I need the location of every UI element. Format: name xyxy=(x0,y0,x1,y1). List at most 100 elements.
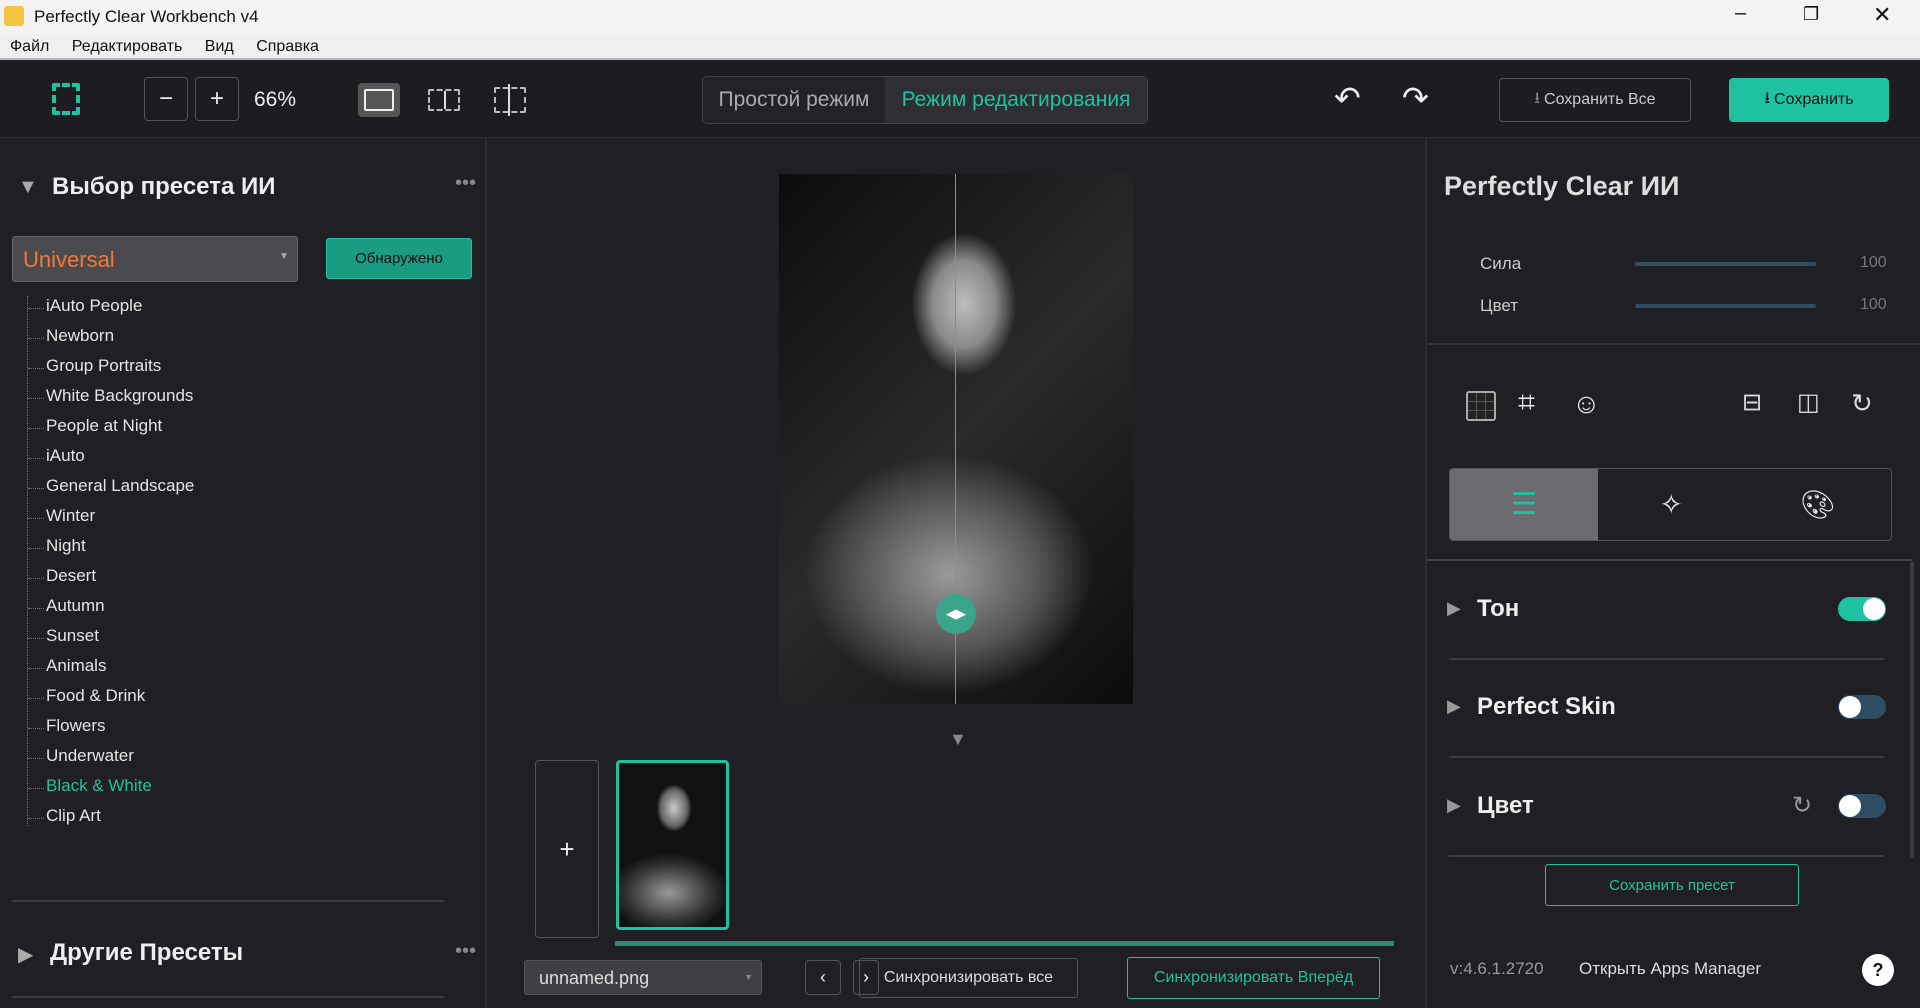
flip-horizontal-icon[interactable]: ◫ xyxy=(1797,388,1820,417)
expand-triangle-icon[interactable]: ▶ xyxy=(1447,696,1461,717)
section-toggle[interactable] xyxy=(1838,597,1886,621)
add-image-button[interactable]: + xyxy=(535,760,599,938)
split-handle[interactable]: ◀▶ xyxy=(936,594,976,634)
split-view-icon[interactable] xyxy=(428,89,460,111)
download-icon: ⭳ xyxy=(1764,89,1771,107)
face-icon[interactable]: ☺ xyxy=(1572,388,1601,420)
save-all-button[interactable]: ⭳ Сохранить Все xyxy=(1499,78,1691,122)
tree-connector xyxy=(28,488,44,489)
scrollbar[interactable] xyxy=(1910,562,1914,858)
color-slider[interactable] xyxy=(1635,304,1816,308)
curves-icon[interactable] xyxy=(1466,391,1496,421)
single-view-button[interactable] xyxy=(358,83,400,117)
collapse-triangle-icon[interactable]: ▼ xyxy=(18,176,38,199)
save-preset-button[interactable]: Сохранить пресет xyxy=(1545,864,1799,906)
palette-icon: 🎨︎ xyxy=(1799,489,1836,520)
preset-dropdown[interactable]: Universal ▼ xyxy=(12,236,298,282)
ai-effects-tab[interactable]: ✧ xyxy=(1598,469,1745,540)
preset-item[interactable]: Animals xyxy=(46,656,106,676)
progress-bar xyxy=(615,941,1394,946)
color-label: Цвет xyxy=(1480,296,1519,315)
ai-preset-title: Выбор пресета ИИ xyxy=(52,173,276,200)
image-thumbnail[interactable] xyxy=(616,760,729,930)
preset-item[interactable]: Underwater xyxy=(46,746,134,766)
expand-triangle-icon[interactable]: ▶ xyxy=(1447,598,1461,619)
strength-slider[interactable] xyxy=(1635,262,1816,266)
color-value: 100 xyxy=(1860,296,1887,313)
preset-item[interactable]: Night xyxy=(46,536,86,556)
app-logo-icon xyxy=(4,6,24,26)
expand-triangle-icon[interactable]: ▶ xyxy=(18,942,33,967)
palette-tab[interactable]: 🎨︎ xyxy=(1745,469,1892,540)
preset-item[interactable]: Desert xyxy=(46,566,96,586)
minimize-button[interactable]: – xyxy=(1735,2,1746,25)
preset-item[interactable]: Clip Art xyxy=(46,806,101,826)
close-button[interactable]: ✕ xyxy=(1873,2,1891,28)
collapse-filmstrip-icon[interactable]: ▼ xyxy=(949,729,967,750)
other-presets-title[interactable]: Другие Пресеты xyxy=(50,939,243,967)
apps-manager-link[interactable]: Открыть Apps Manager xyxy=(1579,959,1761,979)
menu-edit[interactable]: Редактировать xyxy=(72,38,183,55)
previous-image-button[interactable]: ‹ xyxy=(805,960,841,995)
sliders-icon: ☰ xyxy=(1510,488,1538,521)
filename-dropdown[interactable]: unnamed.png ▼ xyxy=(524,960,762,995)
detected-button[interactable]: Обнаружено xyxy=(326,238,472,279)
more-options-icon[interactable]: ••• xyxy=(455,940,476,963)
save-all-label: Сохранить Все xyxy=(1544,91,1656,108)
preset-item[interactable]: Black & White xyxy=(46,776,152,796)
crop-icon[interactable]: ⌗ xyxy=(1518,386,1535,420)
chevron-down-icon: ▼ xyxy=(279,251,289,262)
divider xyxy=(1449,658,1884,660)
save-button[interactable]: ⭳ Сохранить xyxy=(1729,78,1889,122)
tree-connector xyxy=(28,428,44,429)
preset-item[interactable]: Autumn xyxy=(46,596,105,616)
section-toggle[interactable] xyxy=(1838,794,1886,818)
flip-vertical-icon[interactable]: ⊟ xyxy=(1742,388,1762,417)
tree-connector xyxy=(28,728,44,729)
sync-all-button[interactable]: Синхронизировать все xyxy=(859,958,1078,998)
menu-help[interactable]: Справка xyxy=(256,38,319,55)
expand-triangle-icon[interactable]: ▶ xyxy=(1447,795,1461,816)
sync-forward-button[interactable]: Синхронизировать Вперёд xyxy=(1127,957,1380,999)
more-options-icon[interactable]: ••• xyxy=(455,172,476,195)
menu-view[interactable]: Вид xyxy=(205,38,234,55)
restore-button[interactable]: ❐ xyxy=(1803,4,1819,25)
preset-item[interactable]: General Landscape xyxy=(46,476,194,496)
redo-icon[interactable]: ↷ xyxy=(1402,79,1429,117)
rotate-icon[interactable]: ↻ xyxy=(1851,388,1873,419)
preset-item[interactable]: Winter xyxy=(46,506,95,526)
preset-item[interactable]: People at Night xyxy=(46,416,162,436)
simple-mode-tab[interactable]: Простой режим xyxy=(703,77,885,123)
preset-item[interactable]: Sunset xyxy=(46,626,99,646)
section-title[interactable]: Цвет xyxy=(1477,792,1534,820)
save-label: Сохранить xyxy=(1774,91,1854,108)
fit-screen-icon[interactable] xyxy=(52,83,80,115)
toggle-knob xyxy=(1839,795,1861,817)
chevron-down-icon: ▼ xyxy=(744,972,753,982)
preset-item[interactable]: Food & Drink xyxy=(46,686,145,706)
preset-item[interactable]: iAuto People xyxy=(46,296,142,316)
help-button[interactable]: ? xyxy=(1862,954,1894,986)
preset-item[interactable]: White Backgrounds xyxy=(46,386,193,406)
section-title[interactable]: Тон xyxy=(1477,595,1519,623)
tree-connector xyxy=(28,578,44,579)
preset-item[interactable]: Flowers xyxy=(46,716,106,736)
adjustments-tab[interactable]: ☰ xyxy=(1450,469,1598,540)
preset-item[interactable]: Group Portraits xyxy=(46,356,161,376)
reset-icon[interactable]: ↻ xyxy=(1792,791,1812,820)
divider xyxy=(12,900,444,902)
tree-connector xyxy=(28,818,44,819)
tree-connector xyxy=(28,398,44,399)
preset-item[interactable]: iAuto xyxy=(46,446,85,466)
undo-icon[interactable]: ↶ xyxy=(1334,79,1361,117)
preset-item[interactable]: Newborn xyxy=(46,326,114,346)
section-toggle[interactable] xyxy=(1838,695,1886,719)
strength-label: Сила xyxy=(1480,254,1522,273)
zoom-in-button[interactable]: + xyxy=(195,77,239,121)
zoom-out-button[interactable]: − xyxy=(144,77,188,121)
menu-file[interactable]: Файл xyxy=(10,38,49,55)
section-title[interactable]: Perfect Skin xyxy=(1477,693,1616,721)
tree-connector xyxy=(28,608,44,609)
compare-view-icon[interactable] xyxy=(494,84,526,116)
edit-mode-tab[interactable]: Режим редактирования xyxy=(885,77,1147,123)
